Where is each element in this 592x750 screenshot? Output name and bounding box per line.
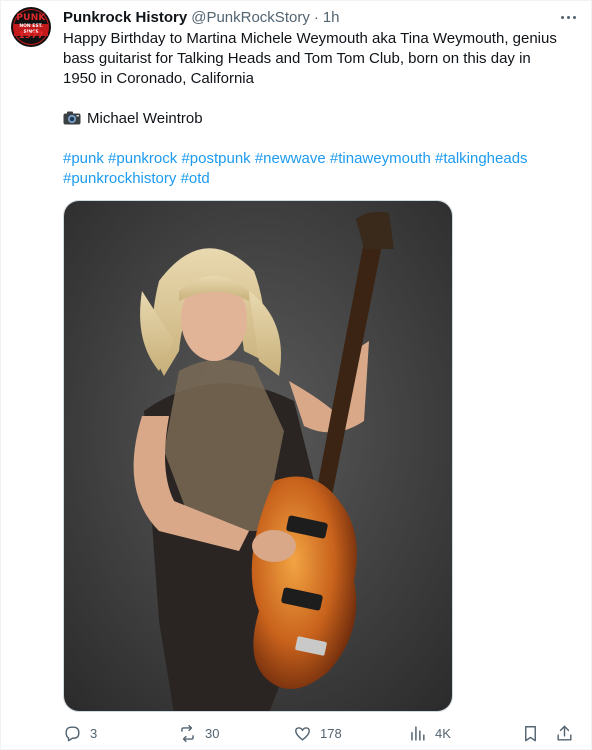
author-name[interactable]: Punkrock History xyxy=(63,9,187,26)
tweet-header: Punkrock History @PunkRockStory · 1h xyxy=(63,7,340,27)
hashtag-link[interactable]: #talkingheads xyxy=(435,150,528,167)
share-icon xyxy=(557,725,572,741)
avatar-text-bottom: 1977 xyxy=(18,31,44,41)
like-icon xyxy=(295,726,310,741)
hashtags-line-2: #punkrockhistory #otd xyxy=(63,169,578,189)
reply-icon xyxy=(65,725,80,741)
reply-count: 3 xyxy=(90,725,98,741)
tweet-photo[interactable] xyxy=(63,200,453,712)
repost-button[interactable]: 30 xyxy=(178,721,219,745)
credit-name: Michael Weintrob xyxy=(87,110,203,127)
tweet-card[interactable]: PUNK NON EST. SINCE 1977 Punkrock Histor… xyxy=(0,0,592,750)
tweet-text: Happy Birthday to Martina Michele Weymou… xyxy=(63,29,578,189)
views-icon xyxy=(411,725,425,741)
repost-icon xyxy=(181,724,194,742)
hashtag-link[interactable]: #otd xyxy=(181,170,210,187)
tweet-timestamp[interactable]: 1h xyxy=(323,9,340,26)
views-button[interactable]: 4K xyxy=(408,721,451,745)
view-count: 4K xyxy=(435,725,451,741)
hashtag-link[interactable]: #punkrockhistory xyxy=(63,170,176,187)
repost-count: 30 xyxy=(205,725,220,741)
hashtags-line-1: #punk #punkrock #postpunk #newwave #tina… xyxy=(63,149,578,169)
share-button[interactable] xyxy=(555,721,582,745)
avatar-text-top: PUNK xyxy=(16,13,46,23)
like-button[interactable]: 178 xyxy=(293,721,342,745)
bookmark-icon xyxy=(525,725,536,741)
photo-illustration xyxy=(64,201,452,711)
more-icon[interactable] xyxy=(556,7,580,27)
like-count: 178 xyxy=(320,725,342,741)
text-line: bass guitarist for Talking Heads and Tom… xyxy=(63,50,531,67)
text-line: 1950 in Coronado, California xyxy=(63,70,254,87)
hashtag-link[interactable]: #punk xyxy=(63,150,104,167)
bookmark-button[interactable] xyxy=(521,721,548,745)
photo-credit: Michael Weintrob xyxy=(63,109,578,129)
text-line: Happy Birthday to Martina Michele Weymou… xyxy=(63,30,557,47)
separator-dot: · xyxy=(313,8,319,26)
camera-icon xyxy=(63,111,81,125)
avatar[interactable]: PUNK NON EST. SINCE 1977 xyxy=(11,7,51,47)
hashtag-link[interactable]: #punkrock xyxy=(108,150,177,167)
action-bar: 3 30 178 4K xyxy=(63,721,583,745)
hashtag-link[interactable]: #postpunk xyxy=(181,150,250,167)
hashtag-link[interactable]: #tinaweymouth xyxy=(330,150,431,167)
author-handle[interactable]: @PunkRockStory xyxy=(191,9,310,26)
reply-button[interactable]: 3 xyxy=(63,721,97,745)
hashtag-link[interactable]: #newwave xyxy=(255,150,326,167)
